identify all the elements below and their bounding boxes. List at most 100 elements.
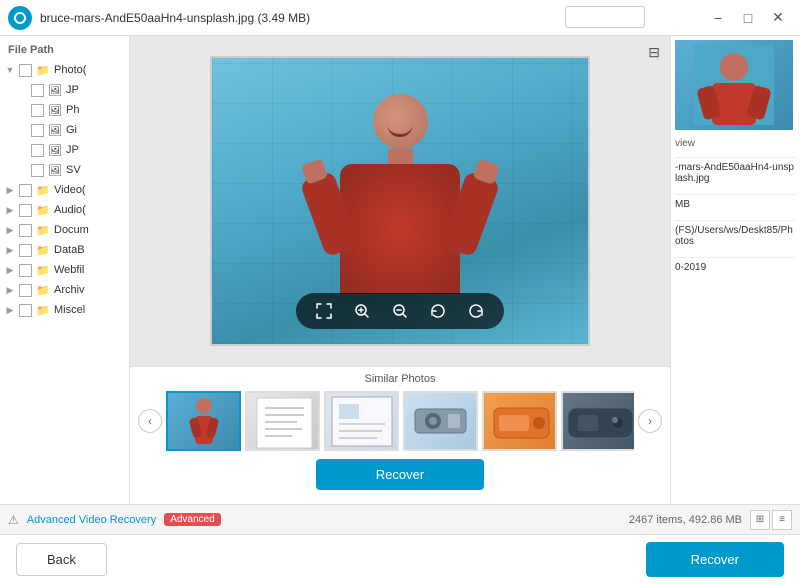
title-bar: bruce-mars-AndE50aaHn4-unsplash.jpg (3.4… xyxy=(0,0,800,36)
status-bar: ⚠ Advanced Video Recovery Advanced 2467 … xyxy=(0,504,800,534)
right-thumb-svg xyxy=(694,45,774,125)
chevron-right-icon-4: ▶ xyxy=(4,244,16,256)
rotate-left-button[interactable] xyxy=(426,299,450,323)
jp1-label: JP xyxy=(66,84,79,96)
jp2-checkbox[interactable] xyxy=(31,144,44,157)
ph-label: Ph xyxy=(66,104,79,116)
similar-photos-section: Similar Photos ‹ xyxy=(130,366,670,504)
right-filename-section: -mars-AndE50aaHn4-unsplash.jpg xyxy=(675,162,796,184)
thumb-bg-3 xyxy=(326,393,397,449)
similar-thumb-6[interactable] xyxy=(561,391,634,451)
data-label: DataB xyxy=(54,244,85,256)
misc-checkbox[interactable] xyxy=(19,304,32,317)
audio-checkbox[interactable] xyxy=(19,204,32,217)
similar-thumb-2[interactable] xyxy=(245,391,320,451)
photos-checkbox[interactable] xyxy=(19,64,32,77)
main-container: File Path ▼ 📁 Photo( 🖼 JP 🖼 Ph 🖼 Gi xyxy=(0,36,800,504)
gi-label: Gi xyxy=(66,124,77,136)
zoom-out-button[interactable] xyxy=(388,299,412,323)
web-folder-icon: 📁 xyxy=(35,262,51,278)
recover-center-button[interactable]: Recover xyxy=(316,459,484,490)
sidebar-item-data[interactable]: ▶ 📁 DataB xyxy=(0,240,129,260)
similar-thumb-4[interactable] xyxy=(403,391,478,451)
fit-button[interactable] xyxy=(312,299,336,323)
web-checkbox[interactable] xyxy=(19,264,32,277)
data-checkbox[interactable] xyxy=(19,244,32,257)
thumb-drive xyxy=(413,401,468,441)
chevron-right-icon-2: ▶ xyxy=(4,204,16,216)
person-smile xyxy=(388,125,413,137)
jp1-checkbox[interactable] xyxy=(31,84,44,97)
app-logo xyxy=(8,6,32,30)
spacer xyxy=(16,104,28,116)
zoom-controls xyxy=(296,293,504,329)
right-view-label: view xyxy=(675,138,796,149)
sidebar-item-ph[interactable]: 🖼 Ph xyxy=(12,100,129,120)
photos-label: Photo( xyxy=(54,64,86,76)
sidebar-item-photos[interactable]: ▼ 📁 Photo( xyxy=(0,60,129,80)
minimize-button[interactable]: − xyxy=(704,4,732,32)
ph-checkbox[interactable] xyxy=(31,104,44,117)
zoom-in-button[interactable] xyxy=(350,299,374,323)
close-button[interactable]: ✕ xyxy=(764,4,792,32)
right-panel: ⊟ view -mars-AndE50aaHn4-unsplash.jpg MB… xyxy=(670,36,800,504)
thumb-console xyxy=(563,393,634,451)
rotate-right-button[interactable] xyxy=(464,299,488,323)
grid-view-button[interactable]: ⊞ xyxy=(750,510,770,530)
similar-thumb-3[interactable] xyxy=(324,391,399,451)
maximize-button[interactable]: □ xyxy=(734,4,762,32)
sidebar-item-archive[interactable]: ▶ 📁 Archiv xyxy=(0,280,129,300)
thumb-doc2 xyxy=(327,394,397,449)
sidebar-item-docs[interactable]: ▶ 📁 Docum xyxy=(0,220,129,240)
back-button[interactable]: Back xyxy=(16,543,107,576)
center-area: Similar Photos ‹ xyxy=(130,36,670,504)
similar-thumb-1[interactable] xyxy=(166,391,241,451)
audio-folder-icon: 📁 xyxy=(35,202,51,218)
gi-checkbox[interactable] xyxy=(31,124,44,137)
window-controls: − □ ✕ xyxy=(704,4,792,32)
divider-1 xyxy=(675,157,796,158)
similar-next-button[interactable]: › xyxy=(638,409,662,433)
person-head xyxy=(373,94,428,149)
sidebar-item-videos[interactable]: ▶ 📁 Video( xyxy=(0,180,129,200)
sv-label: SV xyxy=(66,164,81,176)
docs-checkbox[interactable] xyxy=(19,224,32,237)
sidebar-item-audio[interactable]: ▶ 📁 Audio( xyxy=(0,200,129,220)
chevron-right-icon: ▶ xyxy=(4,184,16,196)
chevron-right-icon-7: ▶ xyxy=(4,304,16,316)
videos-label: Video( xyxy=(54,184,86,196)
sidebar-item-misc[interactable]: ▶ 📁 Miscel xyxy=(0,300,129,320)
advanced-video-recovery-link[interactable]: Advanced Video Recovery xyxy=(27,514,156,526)
archive-checkbox[interactable] xyxy=(19,284,32,297)
view-toggle: ⊞ ≡ xyxy=(750,510,792,530)
video-folder-icon: 📁 xyxy=(35,182,51,198)
videos-checkbox[interactable] xyxy=(19,184,32,197)
sidebar-item-jp2[interactable]: 🖼 JP xyxy=(12,140,129,160)
person-body xyxy=(340,164,460,294)
data-folder-icon: 📁 xyxy=(35,242,51,258)
image-icon: 🖼 xyxy=(47,82,63,98)
image-icon-5: 🖼 xyxy=(47,162,63,178)
similar-prev-button[interactable]: ‹ xyxy=(138,409,162,433)
recover-button[interactable]: Recover xyxy=(646,542,784,577)
spacer xyxy=(16,164,28,176)
filter-icon[interactable]: ⊟ xyxy=(648,44,660,61)
advanced-badge: Advanced xyxy=(164,513,220,526)
right-main-thumbnail xyxy=(675,40,793,130)
chevron-right-icon-5: ▶ xyxy=(4,264,16,276)
sidebar: File Path ▼ 📁 Photo( 🖼 JP 🖼 Ph 🖼 Gi xyxy=(0,36,130,504)
sv-checkbox[interactable] xyxy=(31,164,44,177)
sidebar-item-jp1[interactable]: 🖼 JP xyxy=(12,80,129,100)
thumb-bg-1 xyxy=(168,393,239,449)
sidebar-item-gi[interactable]: 🖼 Gi xyxy=(12,120,129,140)
search-input[interactable] xyxy=(565,6,645,28)
sidebar-item-web[interactable]: ▶ 📁 Webfil xyxy=(0,260,129,280)
sidebar-item-sv[interactable]: 🖼 SV xyxy=(12,160,129,180)
logo-inner xyxy=(14,12,26,24)
folder-icon: 📁 xyxy=(35,62,51,78)
similar-thumb-5[interactable] xyxy=(482,391,557,451)
similar-thumbs xyxy=(166,391,634,451)
archive-folder-icon: 📁 xyxy=(35,282,51,298)
list-view-button[interactable]: ≡ xyxy=(772,510,792,530)
preview-area xyxy=(130,36,670,366)
